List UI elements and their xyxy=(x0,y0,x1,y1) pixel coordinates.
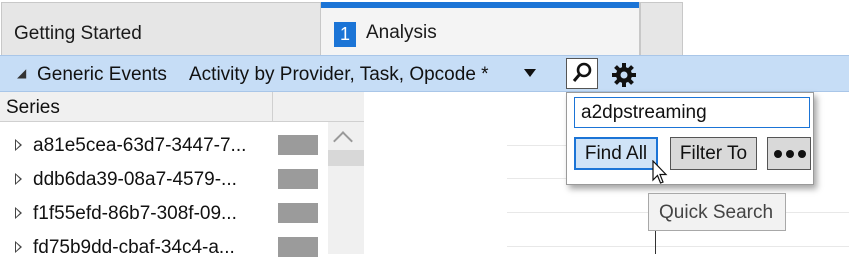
more-options-button[interactable] xyxy=(767,137,811,170)
series-name: fd75b9dd-cbaf-34c4-a... xyxy=(33,237,235,258)
tab-label: Analysis xyxy=(366,22,437,43)
more-dot-icon xyxy=(798,150,806,158)
chart-gridline xyxy=(507,178,567,179)
expand-icon[interactable] xyxy=(15,139,22,151)
gear-icon xyxy=(612,63,636,87)
series-color-swatch xyxy=(278,237,318,257)
tooltip: Quick Search xyxy=(648,193,786,231)
more-dot-icon xyxy=(786,150,794,158)
series-color-swatch xyxy=(278,169,318,189)
series-row[interactable]: ddb6da39-08a7-4579-... xyxy=(0,164,328,196)
tooltip-text: Quick Search xyxy=(659,202,774,223)
series-panel: Series a81e5cea-63d7-3447-7... ddb6da39-… xyxy=(0,92,364,258)
series-column-header[interactable]: Series xyxy=(0,92,364,122)
search-icon xyxy=(572,62,592,82)
filter-to-button[interactable]: Filter To xyxy=(670,137,757,170)
chart-gridline xyxy=(507,246,849,247)
search-input[interactable] xyxy=(574,97,810,128)
preset-selector[interactable]: Activity by Provider, Task, Opcode * xyxy=(189,64,489,86)
series-row[interactable]: a81e5cea-63d7-3447-7... xyxy=(0,130,328,162)
series-name: ddb6da39-08a7-4579-... xyxy=(33,169,237,190)
expand-icon[interactable] xyxy=(15,207,22,219)
vertical-scrollbar[interactable] xyxy=(328,122,364,254)
mouse-pointer-icon xyxy=(652,160,668,184)
quick-search-popup: Find All Filter To xyxy=(566,92,814,185)
chart-cursor-line xyxy=(655,230,656,254)
graph-title: Generic Events xyxy=(37,64,167,85)
series-row[interactable]: fd75b9dd-cbaf-34c4-a... xyxy=(0,232,328,264)
series-name: a81e5cea-63d7-3447-7... xyxy=(33,135,247,156)
scroll-up-icon[interactable] xyxy=(333,131,353,151)
graph-header-bar: ◢ Generic Events Activity by Provider, T… xyxy=(0,55,849,92)
collapse-triangle-icon[interactable]: ◢ xyxy=(17,66,26,80)
series-color-swatch xyxy=(278,135,318,155)
tab-getting-started[interactable]: Getting Started xyxy=(1,2,321,55)
series-color-swatch xyxy=(278,203,318,223)
search-button[interactable] xyxy=(566,58,598,89)
expand-icon[interactable] xyxy=(15,173,22,185)
chevron-down-icon[interactable] xyxy=(524,69,536,77)
tab-number-badge: 1 xyxy=(334,22,356,47)
tab-strip: Getting Started 1 Analysis xyxy=(0,0,849,55)
more-dot-icon xyxy=(774,150,782,158)
expand-icon[interactable] xyxy=(15,241,22,253)
active-tab-indicator xyxy=(321,2,639,8)
chart-gridline xyxy=(507,145,567,146)
series-row[interactable]: f1f55efd-86b7-308f-09... xyxy=(0,198,328,230)
column-divider[interactable] xyxy=(272,92,273,122)
settings-button[interactable] xyxy=(609,60,639,90)
tab-empty[interactable] xyxy=(640,2,683,55)
series-header-label: Series xyxy=(6,97,60,118)
tab-label: Getting Started xyxy=(14,23,142,44)
scrollbar-thumb[interactable] xyxy=(328,150,364,166)
find-all-button[interactable]: Find All xyxy=(574,137,658,170)
series-name: f1f55efd-86b7-308f-09... xyxy=(33,203,237,224)
tab-analysis[interactable]: 1 Analysis xyxy=(320,2,640,55)
